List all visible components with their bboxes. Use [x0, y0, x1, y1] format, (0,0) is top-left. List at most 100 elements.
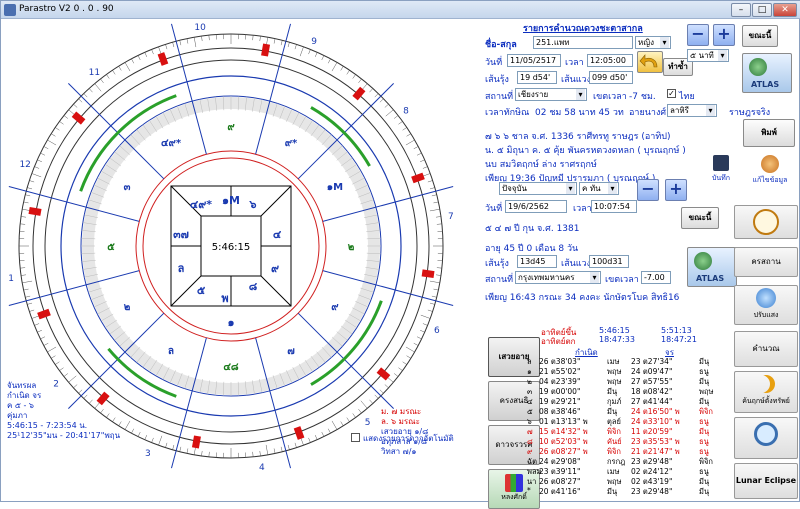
- house-planet: ๕: [107, 242, 115, 253]
- save-button[interactable]: บันทึก: [709, 153, 733, 193]
- table-row: ฉัต24 ต29'08"กรกฎ23 ต29'48"พิจิก: [527, 456, 732, 465]
- lat2-input[interactable]: 13d45: [517, 255, 557, 268]
- date-label: วันที่: [485, 55, 502, 69]
- table-row: ๒04 ต23'39"พฤษ27 ต57'55"มีนุ: [527, 376, 732, 385]
- gender-select[interactable]: หญิง: [635, 36, 671, 49]
- ring-marker: [412, 176, 423, 180]
- house-planet: ๒: [124, 302, 131, 313]
- lon2-input[interactable]: 100d31: [589, 255, 629, 268]
- house-planet: ๔๘: [223, 362, 239, 373]
- edit-data-label: แก้ไขข้อมูล: [753, 176, 788, 184]
- plus-button-2[interactable]: +: [665, 179, 687, 201]
- magnifier-icon: [754, 422, 778, 446]
- house-planet: ๓: [124, 182, 131, 193]
- info-line-7: เพียญ 16:43 กรณะ 34 คงคะ นักษัตรโบค สิทธ…: [485, 290, 679, 304]
- now-button[interactable]: ขณะนี้: [742, 25, 778, 47]
- table-cell: 20 ต41'16": [539, 486, 580, 498]
- time-input[interactable]: 12:05:00: [587, 54, 633, 67]
- info-line-2: น. ๕ มิถุนา ค. ๕ คุ้ย พันครหตวงดหลก ( บุ…: [485, 143, 686, 157]
- plus-button[interactable]: +: [713, 24, 735, 46]
- table-cell: มีนุ: [607, 486, 617, 498]
- outer-number: 8: [403, 106, 409, 116]
- moon-search-button[interactable]: ค้นฤกษ์ตั้งทรัพย์: [734, 371, 798, 413]
- moon-icon: [757, 375, 775, 393]
- house-planet: ๙*: [285, 138, 298, 149]
- maximize-button[interactable]: □: [752, 3, 772, 17]
- clock-icon: [753, 209, 779, 235]
- latitude-label: เส้นรุ้ง: [485, 72, 509, 86]
- moon-search-label: ค้นฤกษ์ตั้งทรัพย์: [742, 397, 790, 405]
- adjust-button[interactable]: ปรับแสง: [734, 285, 798, 325]
- minus-button[interactable]: −: [687, 24, 709, 46]
- table-row: ๙26 ต08'27" พพิจิก21 ต21'47" พธนู: [527, 446, 732, 455]
- now-button-2[interactable]: ขณะนี้: [681, 207, 719, 229]
- undo-arrow-icon: [638, 52, 662, 72]
- latitude-input[interactable]: 19 d54': [517, 71, 557, 84]
- atlas-label-2: ATLAS: [696, 274, 724, 283]
- edit-data-button[interactable]: แก้ไขข้อมูล: [745, 153, 795, 193]
- sunrise-time: 5:46:15: [599, 326, 630, 335]
- sunrise-time-2: 5:51:13: [661, 326, 692, 335]
- center-house-label: ๖: [249, 198, 257, 211]
- ring-marker: [297, 427, 301, 438]
- info-line-6: อายุ 45 ปี 0 เดือน 8 วัน: [485, 241, 578, 255]
- table-row: ๓19 ต00'00"มีนุ18 ต08'42"พฤษ: [527, 386, 732, 395]
- calculate-button[interactable]: คำนวณ: [734, 331, 798, 367]
- outer-number: 9: [311, 37, 317, 47]
- date2-input[interactable]: 19/6/2562: [505, 200, 567, 213]
- close-button[interactable]: ✕: [773, 3, 797, 17]
- calculation-panel: รายการคำนวณดวงชะตาสากล ชื่อ-สกุล 251.แพท…: [481, 19, 800, 503]
- house-planet: ๒: [348, 242, 355, 253]
- thai-checkbox[interactable]: ✓: [667, 89, 676, 98]
- search-button[interactable]: [734, 417, 798, 459]
- app-icon: [4, 4, 16, 16]
- minimize-button[interactable]: –: [731, 3, 751, 17]
- outer-number: 5: [365, 418, 371, 428]
- place2-select[interactable]: กรุงเทพมหานคร: [515, 271, 601, 284]
- tz2-label: เขตเวลา: [605, 272, 639, 286]
- lunar-eclipse-button[interactable]: Lunar Eclipse: [734, 463, 798, 499]
- center-time: 5:46:15: [212, 242, 251, 253]
- undo-button[interactable]: [637, 51, 663, 73]
- center-house-label: ๔๙*: [190, 198, 212, 211]
- fate-line: ม. ๗ มรณะ: [381, 407, 428, 417]
- table-row: ๕08 ต38'46"มีนุ24 ต16'50" พพิจิก: [527, 406, 732, 415]
- adjust-label: ปรับแสง: [754, 311, 779, 319]
- print-button[interactable]: พิมพ์: [743, 119, 795, 147]
- tz2-input[interactable]: -7.00: [641, 271, 671, 284]
- time-label: เวลา: [565, 55, 584, 69]
- atlas-button[interactable]: ATLAS: [742, 53, 792, 93]
- table-cell: มีนุ: [699, 486, 709, 498]
- center-house-label: ๙: [271, 262, 279, 275]
- sunset-time-2: 18:47:21: [661, 335, 697, 344]
- longitude-input[interactable]: 099 d50': [589, 71, 633, 84]
- date-input[interactable]: 11/05/2517: [507, 54, 561, 67]
- sunrise-label: เวลาทักษิณ: [485, 105, 529, 119]
- transit-select[interactable]: ปัจจุบัน: [499, 182, 577, 195]
- table-cell: *: [527, 486, 531, 495]
- minus-button-2[interactable]: −: [637, 179, 659, 201]
- house-planet: ๙: [331, 302, 339, 313]
- timezone-label: เขตเวลา: [593, 89, 627, 103]
- transit-select-2[interactable]: ค ทัน: [579, 182, 619, 195]
- fate-line: วิทสา ๗/๑: [381, 447, 428, 457]
- transit-chart-button[interactable]: ครสถาน: [734, 247, 798, 277]
- name-label: ชื่อ-สกุล: [485, 37, 517, 51]
- atlas-button-2[interactable]: ATLAS: [687, 247, 737, 287]
- center-house-label: ๓๗: [173, 228, 189, 241]
- house-planet: ๗: [287, 346, 295, 357]
- center-house-label: ๑: [228, 316, 235, 329]
- ayanamsa-select[interactable]: ลาหิรี: [667, 104, 717, 117]
- fate-line: ล. ๖ มรณะ: [381, 417, 428, 427]
- clock-button[interactable]: [734, 205, 798, 239]
- thai-label: ไทย: [679, 89, 695, 103]
- outer-number: 10: [194, 23, 206, 33]
- astro-chart-area: 123456789101112๙๙*๑M๒๙๗๔๘ล๒๕๓๔๙*5:46:15๑…: [1, 19, 481, 503]
- time2-input[interactable]: 10:07:54: [591, 200, 637, 213]
- sunset-head: อาทิตย์ตก: [541, 335, 576, 348]
- center-house-label: ๘: [249, 280, 258, 293]
- auto-planet-checkbox[interactable]: [351, 433, 360, 442]
- step-select[interactable]: ๕ นาที: [687, 49, 729, 62]
- name-input[interactable]: 251.แพท: [533, 36, 633, 49]
- place-select[interactable]: เชียงราย: [515, 88, 587, 101]
